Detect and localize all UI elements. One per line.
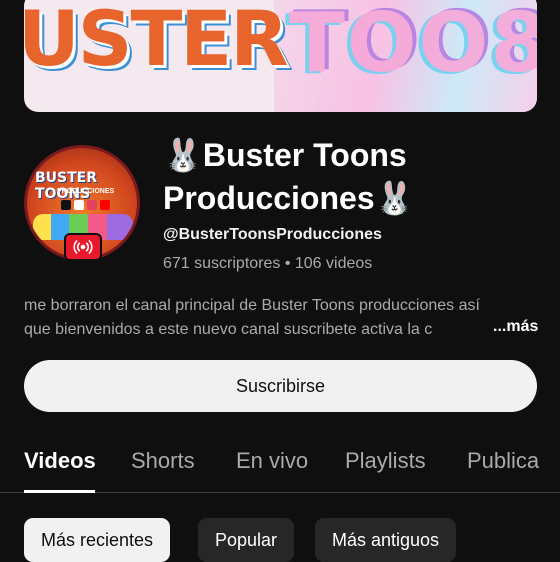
banner-logo-graphic: TOO8 xyxy=(289,0,537,91)
channel-description[interactable]: me borraron el canal principal de Buster… xyxy=(24,294,538,342)
channel-stats: 671 suscriptores • 106 videos xyxy=(163,255,373,272)
tab-shorts[interactable]: Shorts xyxy=(131,448,195,474)
chip-most-recent[interactable]: Más recientes xyxy=(24,518,171,562)
channel-name: 🐰Buster Toons Producciones🐰 xyxy=(163,137,415,216)
description-line-1: me borraron el canal principal de Buster… xyxy=(24,297,480,314)
subscribe-button[interactable]: Suscribirse xyxy=(24,360,537,412)
tab-live[interactable]: En vivo xyxy=(236,448,308,474)
avatar-logo-text: BUSTER TOONS xyxy=(35,170,98,202)
chip-oldest[interactable]: Más antiguos xyxy=(315,518,457,562)
avatar-social-icons xyxy=(61,200,110,210)
tab-playlists[interactable]: Playlists xyxy=(345,448,426,474)
channel-handle: @BusterToonsProducciones xyxy=(163,226,382,243)
tab-videos[interactable]: Videos xyxy=(24,448,96,474)
chip-popular[interactable]: Popular xyxy=(198,518,295,562)
channel-banner: USTER TOO8 xyxy=(24,0,537,112)
active-tab-indicator xyxy=(24,490,95,493)
live-badge[interactable] xyxy=(64,233,102,261)
avatar-logo-subtext: PRODUCCIONES xyxy=(57,188,115,195)
channel-tabs: Videos Shorts En vivo Playlists Publica xyxy=(0,442,560,493)
description-line-2: que bienvenidos a este nuevo canal suscr… xyxy=(24,321,433,338)
more-link[interactable]: ...más xyxy=(479,318,539,336)
banner-text: USTER xyxy=(24,0,289,83)
tab-posts[interactable]: Publica xyxy=(467,448,539,474)
live-broadcast-icon xyxy=(73,240,93,254)
